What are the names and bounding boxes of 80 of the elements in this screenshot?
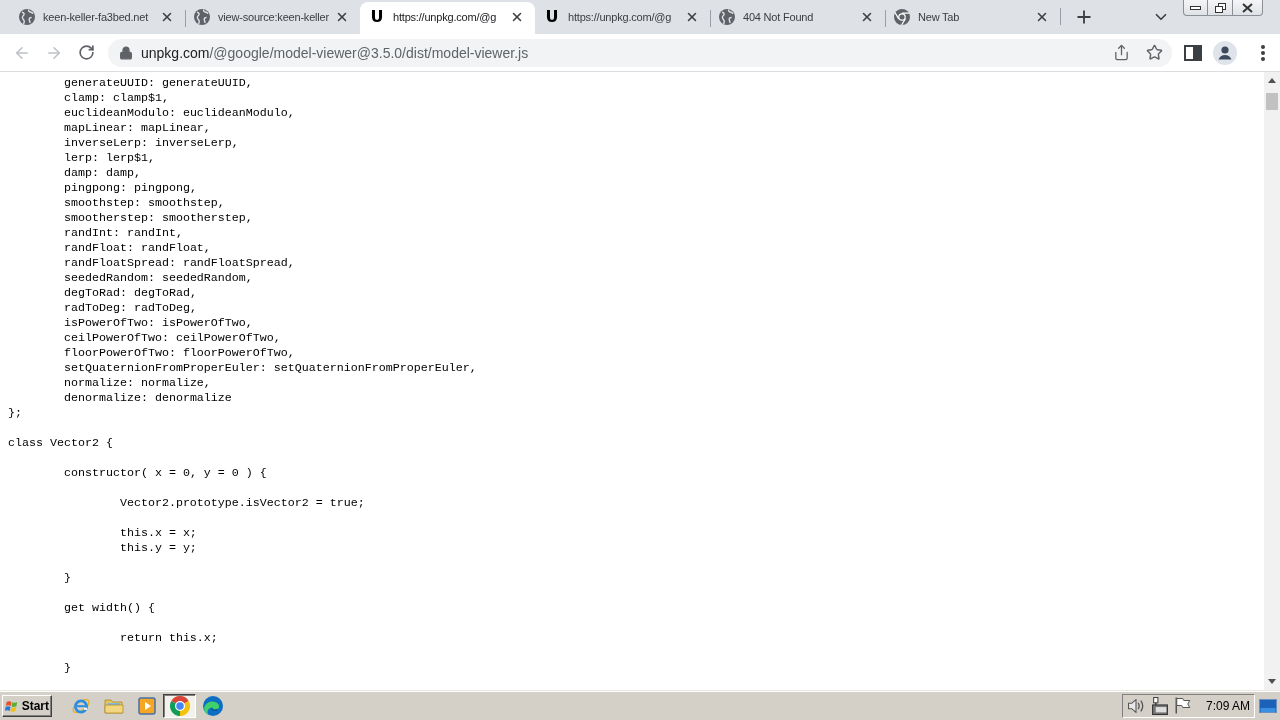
address-bar[interactable]: unpkg.com/@google/model-viewer@3.5.0/dist/model-viewer.js — [108, 38, 1172, 67]
code-line: Vector2.prototype.isVector2 = true; — [119, 496, 365, 510]
code-line: mapLinear: mapLinear, — [63, 121, 211, 135]
play-icon — [137, 696, 156, 715]
code-line: degToRad: degToRad, — [63, 286, 197, 300]
code-line: this.x = x; — [119, 526, 197, 540]
reload-icon — [77, 44, 95, 61]
code-line: radToDeg: radToDeg, — [63, 301, 197, 315]
minimize-icon — [1190, 5, 1201, 10]
code-line: setQuaternionFromProperEuler: setQuaternionFromProperEuler, — [63, 361, 477, 375]
browser-tab[interactable]: U https://unpkg.com/@g — [535, 2, 710, 34]
globe-icon — [19, 9, 35, 25]
letter-logo: U — [544, 9, 560, 25]
close-icon[interactable] — [335, 10, 349, 24]
lock-icon — [119, 45, 133, 60]
flag-icon[interactable] — [1174, 697, 1191, 714]
code-line: return this.x; — [119, 631, 218, 645]
code-line: clamp: clamp$1, — [63, 91, 169, 105]
close-icon[interactable] — [510, 10, 524, 24]
browser-tab[interactable]: keen-keller-fa3bed.net — [10, 2, 185, 34]
code-line: generateUUID: generateUUID, — [63, 76, 253, 90]
taskbar-button[interactable] — [163, 693, 196, 718]
code-line: } — [63, 661, 71, 675]
letter-logo: U — [369, 9, 385, 25]
code-line: this.y = y; — [119, 541, 197, 555]
network-icon[interactable] — [1151, 696, 1168, 715]
plus-icon — [1074, 7, 1094, 27]
code-line: euclideanModulo: euclideanModulo, — [63, 106, 295, 120]
avatar-icon — [1213, 40, 1237, 65]
code-line: floorPowerOfTwo: floorPowerOfTwo, — [63, 346, 295, 360]
close-button[interactable] — [1232, 0, 1263, 16]
star-icon — [1145, 44, 1163, 61]
code-line: isPowerOfTwo: isPowerOfTwo, — [63, 316, 253, 330]
start-button[interactable]: Start — [2, 694, 52, 717]
caret-down-icon[interactable] — [1268, 679, 1276, 684]
code-line: constructor( x = 0, y = 0 ) { — [63, 466, 267, 480]
circle-logo-icon — [894, 9, 910, 25]
close-icon[interactable] — [860, 10, 874, 24]
code-line: ceilPowerOfTwo: ceilPowerOfTwo, — [63, 331, 281, 345]
caret-up-icon[interactable] — [1268, 78, 1276, 83]
desktop-icon[interactable] — [1259, 698, 1277, 713]
browser-tab[interactable]: New Tab — [885, 2, 1060, 34]
code-line: normalize: normalize, — [63, 376, 211, 390]
restore-button[interactable] — [1207, 0, 1233, 16]
code-line: get width() { — [63, 601, 155, 615]
globe-icon — [194, 9, 210, 25]
globe-icon — [719, 9, 735, 25]
code-line: lerp: lerp$1, — [63, 151, 155, 165]
code-line: class Vector2 { — [8, 436, 113, 450]
browser-tab[interactable]: U https://unpkg.com/@g — [360, 2, 535, 34]
scrollbar-thumb[interactable] — [1266, 93, 1278, 110]
share-icon — [1112, 44, 1130, 61]
code-line: inverseLerp: inverseLerp, — [63, 136, 239, 150]
close-icon[interactable] — [685, 10, 699, 24]
speaker-icon[interactable] — [1127, 698, 1144, 713]
clock: 7:09 AM — [1205, 698, 1250, 713]
close-icon — [1242, 2, 1253, 13]
close-icon[interactable] — [1035, 10, 1049, 24]
tricolor-logo-icon — [169, 695, 190, 716]
close-icon[interactable] — [160, 10, 174, 24]
code-line: smoothstep: smoothstep, — [63, 196, 225, 210]
code-line: randFloatSpread: randFloatSpread, — [63, 256, 295, 270]
code-line: denormalize: denormalize — [63, 391, 232, 405]
code-line: pingpong: pingpong, — [63, 181, 197, 195]
folder-icon — [103, 696, 124, 715]
restore-icon — [1214, 2, 1226, 13]
browser-tab[interactable]: 404 Not Found — [710, 2, 885, 34]
scrollbar[interactable] — [1264, 72, 1280, 690]
wave-logo-icon — [202, 695, 223, 716]
code-line: seededRandom: seededRandom, — [63, 271, 253, 285]
minimize-button[interactable] — [1183, 0, 1208, 16]
code-line: randInt: randInt, — [63, 226, 183, 240]
code-line: randFloat: randFloat, — [63, 241, 211, 255]
code-line: smootherstep: smootherstep, — [63, 211, 253, 225]
code-line: damp: damp, — [63, 166, 141, 180]
code-line: }; — [8, 406, 22, 420]
menu-icon — [1261, 44, 1265, 61]
browser-tab[interactable]: view-source:keen-keller — [185, 2, 360, 34]
code-line: } — [63, 571, 71, 585]
side-panel-icon — [1184, 44, 1202, 61]
